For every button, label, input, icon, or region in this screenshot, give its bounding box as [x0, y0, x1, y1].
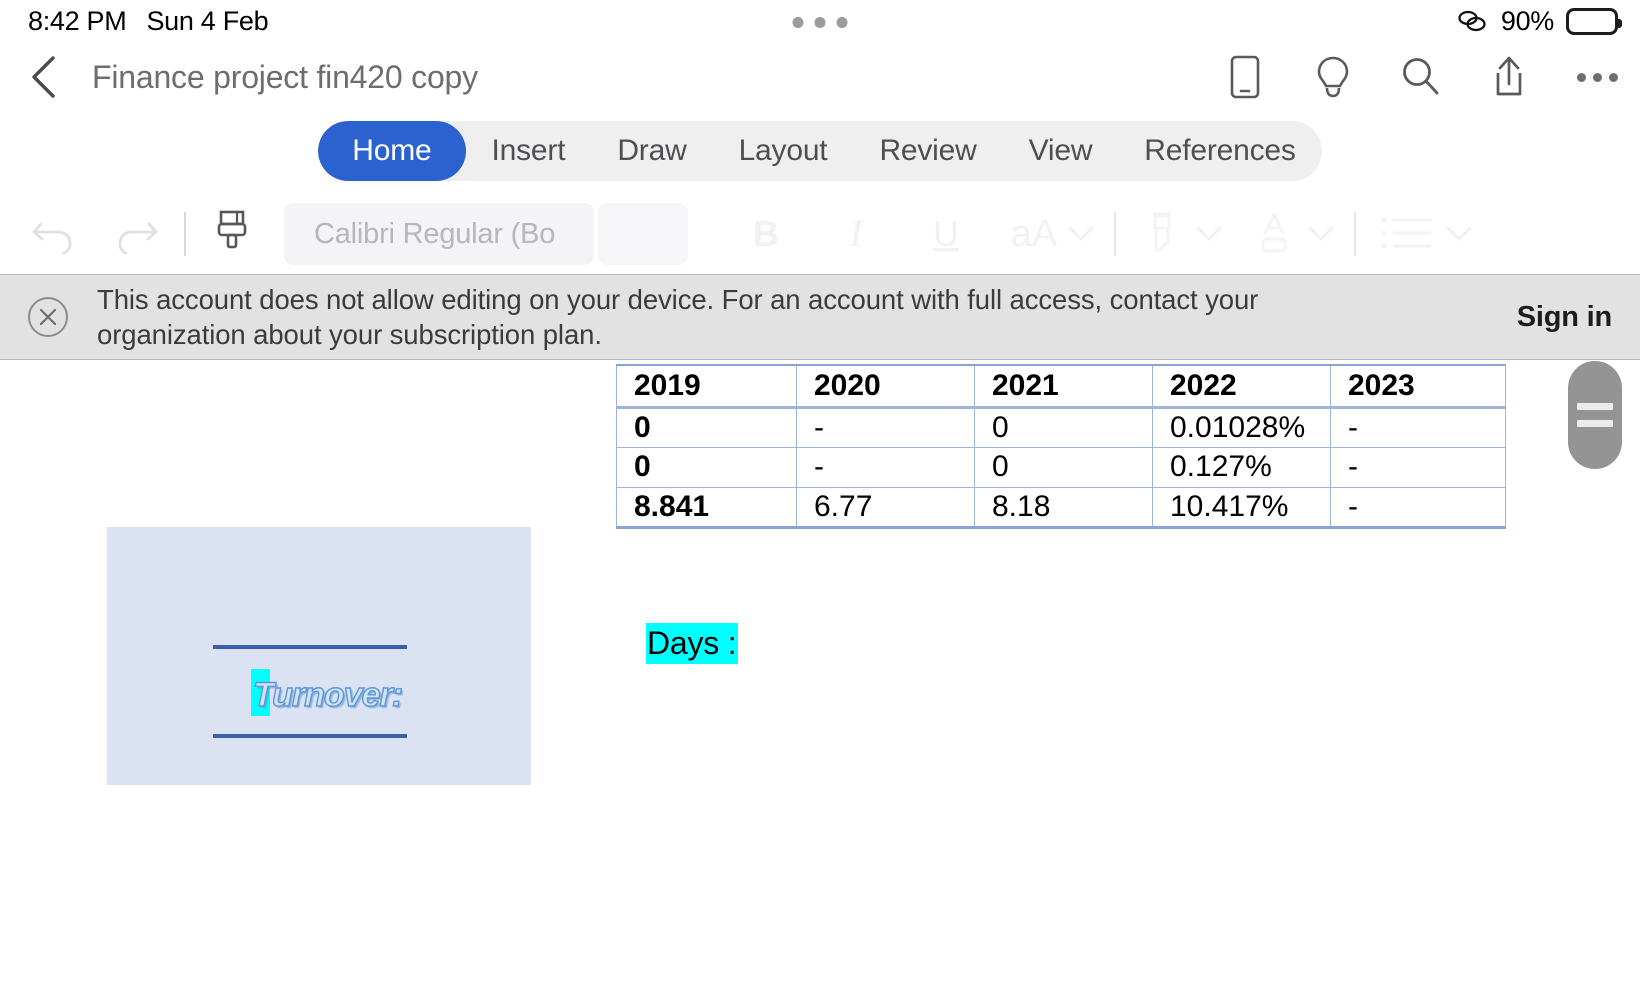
financial-data-table[interactable]: 2019 2020 2021 2022 2023 0 - 0 0.01028% …	[616, 364, 1506, 529]
status-date: Sun 4 Feb	[146, 5, 269, 36]
turnover-image-box[interactable]: Turnover:	[107, 527, 531, 785]
table-cell: 6.77	[796, 486, 975, 529]
turnover-wordart[interactable]: Turnover:	[251, 669, 404, 720]
table-cell: 0.01028%	[1152, 406, 1331, 448]
table-cell: -	[1330, 446, 1506, 488]
table-cell: 0.127%	[1152, 446, 1331, 488]
tab-draw[interactable]: Draw	[591, 121, 712, 181]
table-cell: -	[1330, 406, 1506, 448]
account-restriction-banner: This account does not allow editing on y…	[0, 274, 1640, 360]
tab-layout[interactable]: Layout	[713, 121, 854, 181]
table-cell: 0	[974, 406, 1153, 448]
status-bar-left: 8:42 PM Sun 4 Feb	[28, 5, 269, 37]
table-cell: 10.417%	[1152, 486, 1331, 529]
table-header-cell: 2021	[974, 364, 1153, 409]
search-icon[interactable]	[1398, 54, 1444, 100]
table-row: 0 - 0 0.01028% -	[616, 406, 1506, 448]
redo-icon[interactable]	[108, 204, 168, 264]
battery-percentage: 90%	[1500, 5, 1554, 36]
document-canvas[interactable]: 2019 2020 2021 2022 2023 0 - 0 0.01028% …	[0, 360, 1640, 994]
battery-icon	[1566, 7, 1622, 35]
sign-in-button[interactable]: Sign in	[1517, 301, 1612, 334]
table-header-cell: 2019	[616, 364, 797, 409]
font-case-label: aA	[1010, 212, 1058, 255]
format-painter-icon[interactable]	[202, 204, 262, 264]
title-bar-actions	[1222, 54, 1620, 100]
link-icon	[1458, 10, 1486, 32]
font-color-chevron-down-icon[interactable]	[1304, 204, 1338, 264]
table-row: 0 - 0 0.127% -	[616, 446, 1506, 488]
status-time: 8:42 PM	[28, 5, 127, 36]
font-color-button[interactable]	[1244, 204, 1304, 264]
undo-icon[interactable]	[22, 204, 82, 264]
share-icon[interactable]	[1486, 54, 1532, 100]
highlighter-pen-icon[interactable]	[1132, 204, 1192, 264]
table-cell: 0	[616, 446, 797, 488]
underline-label: U	[933, 213, 959, 254]
wordart-rule-top	[213, 645, 407, 649]
wordart-text: Turnover:	[252, 675, 403, 714]
tab-view[interactable]: View	[1003, 121, 1119, 181]
font-name-value: Calibri Regular (Bo	[314, 217, 556, 250]
table-cell: 8.841	[616, 486, 797, 529]
status-bar-right: 90%	[1455, 5, 1622, 37]
banner-message: This account does not allow editing on y…	[97, 284, 1259, 350]
dynamic-island-dots-icon	[792, 17, 848, 28]
toolbar-divider-1	[184, 212, 186, 256]
scroll-drag-handle-icon[interactable]	[1568, 361, 1622, 469]
bold-button[interactable]: B	[736, 204, 796, 264]
toolbar-divider-2	[1114, 212, 1116, 256]
table-header-cell: 2023	[1330, 364, 1506, 409]
toolbar-divider-3	[1354, 212, 1356, 256]
wordart-rule-bottom	[213, 734, 407, 738]
table-row: 8.841 6.77 8.18 10.417% -	[616, 486, 1506, 529]
table-cell: 8.18	[974, 486, 1153, 529]
format-toolbar: Calibri Regular (Bo B I U aA	[0, 190, 1640, 278]
more-options-icon[interactable]	[1574, 54, 1620, 100]
highlight-chevron-down-icon[interactable]	[1192, 204, 1226, 264]
table-cell: 0	[616, 406, 797, 448]
tab-insert[interactable]: Insert	[466, 121, 592, 181]
status-bar: 8:42 PM Sun 4 Feb 90%	[0, 0, 1640, 42]
back-chevron-icon[interactable]	[14, 47, 74, 107]
mobile-view-icon[interactable]	[1222, 54, 1268, 100]
table-cell: -	[1330, 486, 1506, 529]
font-case-button[interactable]: aA	[1004, 204, 1064, 264]
tab-home[interactable]: Home	[318, 121, 466, 181]
days-label[interactable]: Days :	[646, 623, 738, 664]
table-header-cell: 2020	[796, 364, 975, 409]
bold-label: B	[753, 213, 779, 254]
font-name-input[interactable]: Calibri Regular (Bo	[284, 203, 594, 265]
italic-button[interactable]: I	[826, 204, 886, 264]
table-cell: 0	[974, 446, 1153, 488]
page-title[interactable]: Finance project fin420 copy	[92, 59, 478, 96]
table-header-cell: 2022	[1152, 364, 1331, 409]
table-cell: -	[796, 446, 975, 488]
lightbulb-icon[interactable]	[1310, 54, 1356, 100]
table-header-row: 2019 2020 2021 2022 2023	[616, 364, 1506, 409]
font-case-chevron-down-icon[interactable]	[1064, 204, 1098, 264]
ribbon-tabs-container: Home Insert Draw Layout Review View Refe…	[318, 121, 1322, 181]
bulleted-list-icon[interactable]	[1372, 204, 1442, 264]
underline-button[interactable]: U	[916, 204, 976, 264]
italic-label: I	[849, 213, 863, 255]
title-bar: Finance project fin420 copy	[0, 42, 1640, 112]
tab-references[interactable]: References	[1118, 121, 1321, 181]
font-size-input[interactable]	[598, 203, 688, 265]
close-circle-icon[interactable]	[26, 295, 70, 339]
tab-review[interactable]: Review	[853, 121, 1002, 181]
ribbon-tab-strip: Home Insert Draw Layout Review View Refe…	[0, 112, 1640, 190]
table-cell: -	[796, 406, 975, 448]
list-chevron-down-icon[interactable]	[1442, 204, 1476, 264]
